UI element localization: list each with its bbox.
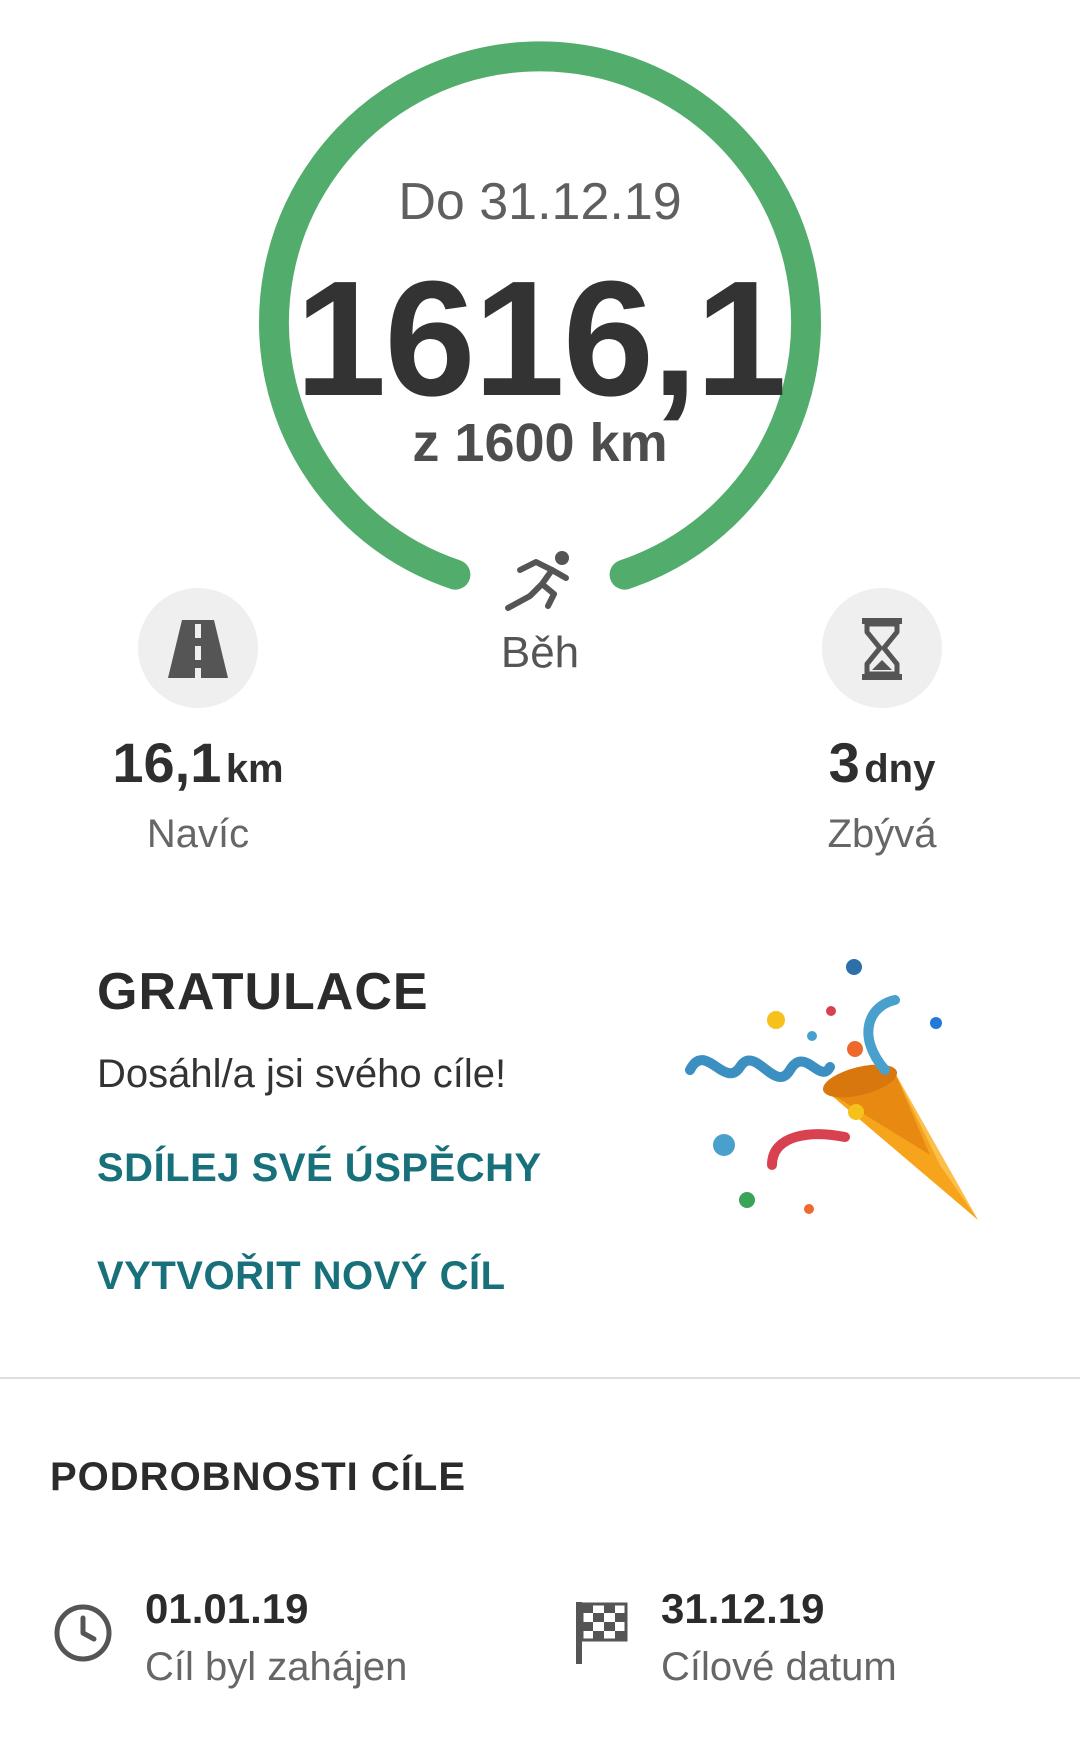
section-divider	[0, 1377, 1080, 1379]
extra-distance-badge	[138, 588, 258, 708]
party-popper-icon	[685, 959, 978, 1220]
end-date-label: Cílové datum	[661, 1645, 897, 1689]
days-remaining-label: Zbývá	[827, 812, 937, 856]
hourglass-icon	[862, 618, 902, 680]
congrats-message: Dosáhl/a jsi svého cíle!	[97, 1052, 507, 1096]
days-remaining-number: 3	[828, 731, 860, 794]
end-date-value: 31.12.19	[661, 1585, 825, 1632]
create-new-goal-button[interactable]: VYTVOŘIT NOVÝ CÍL	[97, 1254, 506, 1299]
extra-distance-value: 16,1 km	[48, 730, 348, 795]
clock-icon	[54, 1604, 112, 1662]
extra-distance-number: 16,1	[112, 731, 222, 794]
goal-progress-value: 1616,1	[295, 247, 787, 430]
goal-target: z 1600 km	[412, 413, 668, 473]
extra-distance-unit: km	[225, 747, 284, 791]
days-remaining-badge	[822, 588, 942, 708]
start-date-label: Cíl byl zahájen	[145, 1645, 408, 1689]
days-remaining-unit: dny	[864, 747, 936, 791]
start-date-value: 01.01.19	[145, 1585, 309, 1632]
running-icon	[505, 551, 569, 611]
checkered-flag-icon	[576, 1602, 628, 1664]
share-achievements-button[interactable]: SDÍLEJ SVÉ ÚSPĚCHY	[97, 1146, 542, 1191]
details-title: PODROBNOSTI CÍLE	[50, 1455, 467, 1499]
extra-distance-label: Navíc	[146, 812, 250, 856]
road-icon	[168, 620, 228, 678]
goal-deadline: Do 31.12.19	[398, 173, 682, 231]
congrats-title: GRATULACE	[97, 963, 429, 1021]
days-remaining-value: 3 dny	[732, 730, 1032, 795]
